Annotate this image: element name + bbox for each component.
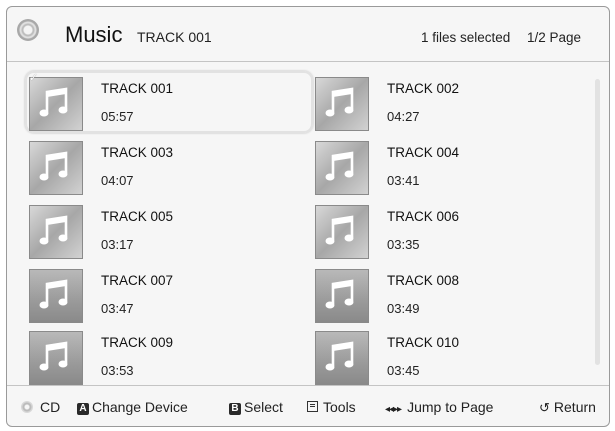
tools-button[interactable]: Tools (307, 399, 356, 415)
tools-icon (307, 401, 318, 412)
change-device-button[interactable]: A Change Device (77, 399, 188, 415)
track-duration: 03:35 (387, 237, 420, 252)
track-title: TRACK 006 (387, 209, 460, 224)
jump-to-page-button[interactable]: ◂◂▸▸ Jump to Page (385, 399, 493, 415)
track-item[interactable]: TRACK 002 04:27 (315, 75, 593, 135)
track-duration: 03:41 (387, 173, 420, 188)
track-title: TRACK 001 (101, 81, 174, 96)
return-icon: ↺ (539, 400, 550, 415)
track-duration: 03:53 (101, 363, 134, 378)
b-key-icon: B (229, 403, 241, 415)
track-duration: 03:45 (387, 363, 420, 378)
checkmark-icon: ✓ (29, 72, 39, 84)
track-item[interactable]: TRACK 009 03:53 (29, 329, 307, 389)
music-note-icon (29, 141, 83, 195)
disc-icon (17, 19, 39, 41)
music-note-icon (29, 269, 83, 323)
track-item[interactable]: TRACK 003 04:07 (29, 139, 307, 199)
track-title: TRACK 005 (101, 209, 174, 224)
track-title: TRACK 010 (387, 335, 460, 350)
music-note-icon (315, 331, 369, 385)
jump-arrows-icon: ◂◂▸▸ (385, 404, 402, 415)
music-note-icon (29, 331, 83, 385)
return-button[interactable]: ↺ Return (539, 399, 596, 416)
music-note-icon (315, 205, 369, 259)
header-bar: Music TRACK 001 1 files selected 1/2 Pag… (7, 7, 609, 62)
tools-label: Tools (323, 399, 356, 415)
track-duration: 03:17 (101, 237, 134, 252)
jump-to-page-label: Jump to Page (407, 399, 494, 415)
track-item[interactable]: TRACK 008 03:49 (315, 267, 593, 327)
music-note-icon (29, 77, 83, 131)
select-label: Select (244, 399, 283, 415)
track-title: TRACK 003 (101, 145, 174, 160)
music-note-icon (315, 77, 369, 131)
return-label: Return (553, 399, 596, 415)
track-duration: 04:07 (101, 173, 134, 188)
track-grid: ✓ TRACK 001 05:57 TRACK 002 04:27 TRACK 003 04… (7, 61, 609, 385)
track-duration: 03:47 (101, 301, 134, 316)
music-browser-screen: Music TRACK 001 1 files selected 1/2 Pag… (6, 6, 610, 427)
current-track-label: TRACK 001 (137, 29, 212, 45)
change-device-label: Change Device (92, 399, 188, 415)
track-item[interactable]: TRACK 010 03:45 (315, 329, 593, 389)
track-item[interactable]: ✓ TRACK 001 05:57 (25, 71, 313, 135)
track-title: TRACK 004 (387, 145, 460, 160)
track-title: TRACK 009 (101, 335, 174, 350)
files-selected-count: 1 files selected (421, 30, 511, 45)
a-key-icon: A (77, 403, 89, 415)
page-title: Music (65, 22, 123, 47)
cd-source-indicator[interactable]: CD (21, 399, 60, 415)
cd-disc-icon (21, 401, 33, 413)
page-indicator: 1/2 Page (527, 30, 582, 45)
track-title: TRACK 007 (101, 273, 174, 288)
scrollbar[interactable] (595, 79, 600, 365)
track-item[interactable]: TRACK 007 03:47 (29, 267, 307, 327)
select-button[interactable]: B Select (229, 399, 283, 415)
footer-bar: CD A Change Device B Select Tools ◂◂▸▸ Jump… (7, 385, 609, 426)
track-duration: 05:57 (101, 109, 134, 124)
music-note-icon (29, 205, 83, 259)
music-note-icon (315, 141, 369, 195)
music-note-icon (315, 269, 369, 323)
track-title: TRACK 002 (387, 81, 460, 96)
track-duration: 04:27 (387, 109, 420, 124)
track-title: TRACK 008 (387, 273, 460, 288)
track-item[interactable]: TRACK 006 03:35 (315, 203, 593, 263)
track-duration: 03:49 (387, 301, 420, 316)
track-item[interactable]: TRACK 004 03:41 (315, 139, 593, 199)
cd-label: CD (40, 399, 61, 415)
track-item[interactable]: TRACK 005 03:17 (29, 203, 307, 263)
